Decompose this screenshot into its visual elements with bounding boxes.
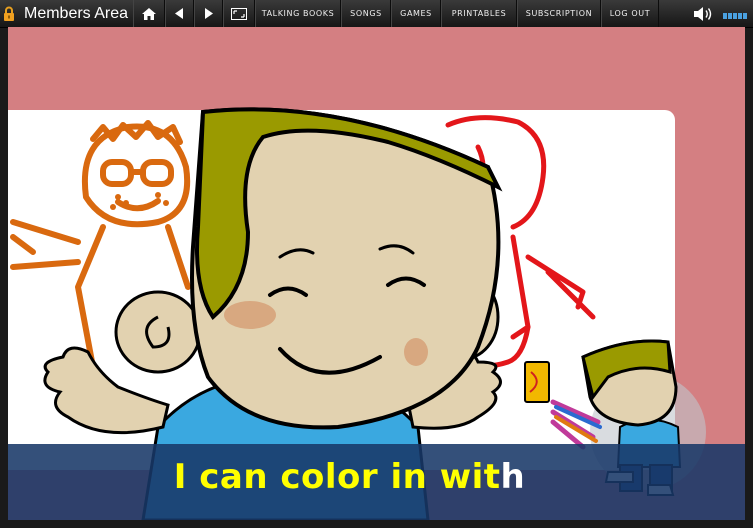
speaker-icon xyxy=(694,6,712,21)
top-bar: Members Area TALKING BOOKS SONGS GAMES P… xyxy=(0,0,753,28)
animation-stage: I can color in with xyxy=(8,27,745,520)
menu-subscription[interactable]: SUBSCRIPTION xyxy=(517,0,601,27)
sound-button[interactable] xyxy=(688,0,718,27)
fullscreen-icon xyxy=(231,7,247,20)
menu-songs[interactable]: SONGS xyxy=(341,0,391,27)
caption-remaining: h xyxy=(500,457,526,497)
caption-text: I can color in with xyxy=(8,457,691,497)
lock-icon xyxy=(4,6,14,21)
home-icon xyxy=(142,7,156,20)
menu-printables[interactable]: PRINTABLES xyxy=(441,0,517,27)
volume-bars-icon xyxy=(723,12,747,19)
home-button[interactable] xyxy=(133,0,165,27)
fullscreen-button[interactable] xyxy=(223,0,255,27)
menu-talking-books[interactable]: TALKING BOOKS xyxy=(255,0,341,27)
back-arrow-icon xyxy=(175,8,183,19)
volume-level[interactable] xyxy=(720,0,750,27)
page-title: Members Area xyxy=(24,5,129,22)
forward-arrow-icon xyxy=(205,8,213,19)
back-button[interactable] xyxy=(165,0,194,27)
menu-log-out[interactable]: LOG OUT xyxy=(601,0,659,27)
caption-highlighted: I can color in wit xyxy=(173,457,501,497)
menu-games[interactable]: GAMES xyxy=(391,0,441,27)
forward-button[interactable] xyxy=(194,0,223,27)
